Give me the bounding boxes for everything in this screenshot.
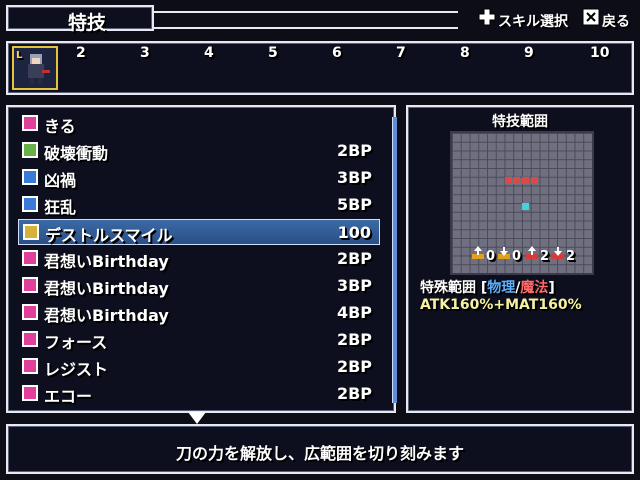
skill-name: 君想いBirthday (44, 252, 169, 271)
skill-row[interactable]: 君想いBirthday 2BP (18, 246, 380, 272)
skill-row[interactable]: エコー 2BP (18, 381, 380, 407)
skill-row[interactable]: 君想いBirthday 3BP (18, 273, 380, 299)
party-slot[interactable]: 7 (396, 45, 406, 61)
skill-select-hint: スキル選択 (498, 14, 568, 30)
square-icon (22, 196, 38, 212)
range-cell (531, 177, 538, 184)
party-bar: L 2 3 4 5 6 7 8 9 10 (6, 41, 634, 95)
header-divider (154, 27, 458, 29)
green-plus-icon (22, 142, 38, 158)
damage-formula: ATK160%+MAT160% (420, 297, 582, 313)
skill-cost: 2BP (336, 249, 372, 268)
party-slot[interactable]: 3 (140, 45, 150, 61)
leader-avatar[interactable]: L (12, 46, 58, 90)
skill-row[interactable]: フォース 2BP (18, 327, 380, 353)
type-magic: 魔法 (520, 280, 549, 296)
skill-name: 狂乱 (44, 198, 77, 217)
party-slot[interactable]: 4 (204, 45, 214, 61)
stat-up-icon (472, 246, 484, 259)
party-slot[interactable]: 9 (524, 45, 534, 61)
skill-row[interactable]: 狂乱 5BP (18, 192, 380, 218)
skill-cost: 100 (337, 223, 371, 242)
skill-row[interactable]: レジスト 2BP (18, 354, 380, 380)
skill-name: デストルスマイル (45, 226, 173, 245)
scrollbar[interactable] (392, 117, 397, 403)
square-icon (22, 169, 38, 185)
stat-value: 0 (512, 249, 522, 264)
skill-name: エコー (44, 387, 93, 406)
vo-icon (22, 331, 38, 347)
skill-cost: 2BP (336, 384, 372, 403)
dpad-icon (478, 8, 496, 26)
skill-row[interactable]: 君想いBirthday 4BP (18, 300, 380, 326)
type-physical: 物理 (487, 280, 516, 296)
stat-value: 2 (566, 249, 576, 264)
range-cell (522, 177, 529, 184)
skill-cost: 5BP (336, 195, 372, 214)
user-cell (522, 203, 529, 210)
x-button-icon[interactable] (582, 8, 600, 26)
scroll-down-arrow-icon[interactable] (188, 412, 206, 424)
skill-cost: 3BP (336, 168, 372, 187)
music-note-plus-icon (22, 277, 38, 293)
party-slot[interactable]: 10 (590, 45, 609, 61)
range-cell (505, 177, 512, 184)
skill-cost: 4BP (336, 303, 372, 322)
vo-icon (22, 358, 38, 374)
skill-row[interactable]: デストルスマイル 100 (18, 219, 380, 245)
skill-description: 刀の力を解放し、広範囲を切り刻みます (175, 444, 464, 463)
stat-up-icon (526, 246, 538, 259)
stat-down-icon (552, 247, 564, 259)
description-window: 刀の力を解放し、広範囲を切り刻みます (6, 424, 634, 474)
skill-name: レジスト (44, 360, 109, 379)
stat-value: 2 (540, 249, 550, 264)
skill-name: 君想いBirthday (44, 279, 169, 298)
range-title: 特技範囲 (492, 114, 548, 130)
skill-cost: 3BP (336, 276, 372, 295)
skill-list: きる破壊衝動 2BP 凶禍 3BP 狂乱 5BP デストルスマイル 100 君想いBirthda… (6, 105, 397, 413)
range-panel: 特技範囲 0 0 2 2 特殊範囲 [物理/魔法] ATK160%+MAT160… (406, 105, 634, 413)
page-title: 特技 (68, 12, 107, 34)
music-note-plus2-icon (22, 304, 38, 320)
skill-name: 君想いBirthday (44, 306, 169, 325)
skill-cost: 2BP (336, 357, 372, 376)
back-hint[interactable]: 戻る (602, 11, 630, 31)
stat-down-icon (498, 247, 510, 259)
party-slot[interactable]: 8 (460, 45, 470, 61)
skill-name: 凶禍 (44, 171, 77, 190)
vo-icon (22, 385, 38, 401)
stat-value: 0 (486, 249, 496, 264)
title-window: 特技 (6, 5, 154, 34)
skill-row[interactable]: 破壊衝動 2BP (18, 138, 380, 164)
party-slot[interactable]: 5 (268, 45, 278, 61)
range-cell (513, 177, 520, 184)
skill-name: フォース (44, 333, 108, 352)
skill-name: 破壊衝動 (44, 144, 109, 163)
party-slot[interactable]: 6 (332, 45, 342, 61)
yellow-gear-icon (23, 224, 39, 240)
skill-row[interactable]: きる (18, 111, 380, 137)
header-divider (154, 11, 458, 13)
pink-sword-icon (22, 115, 38, 131)
party-slot[interactable]: 2 (76, 45, 86, 61)
special-range: 特殊範囲 [物理/魔法] (420, 280, 555, 296)
skill-row[interactable]: 凶禍 3BP (18, 165, 380, 191)
music-note-icon (22, 250, 38, 266)
skill-cost: 2BP (336, 330, 372, 349)
leader-mark: L (16, 50, 23, 61)
skill-name: きる (44, 117, 76, 136)
skill-cost: 2BP (336, 141, 372, 160)
special-range-label: 特殊範囲 (420, 280, 476, 296)
